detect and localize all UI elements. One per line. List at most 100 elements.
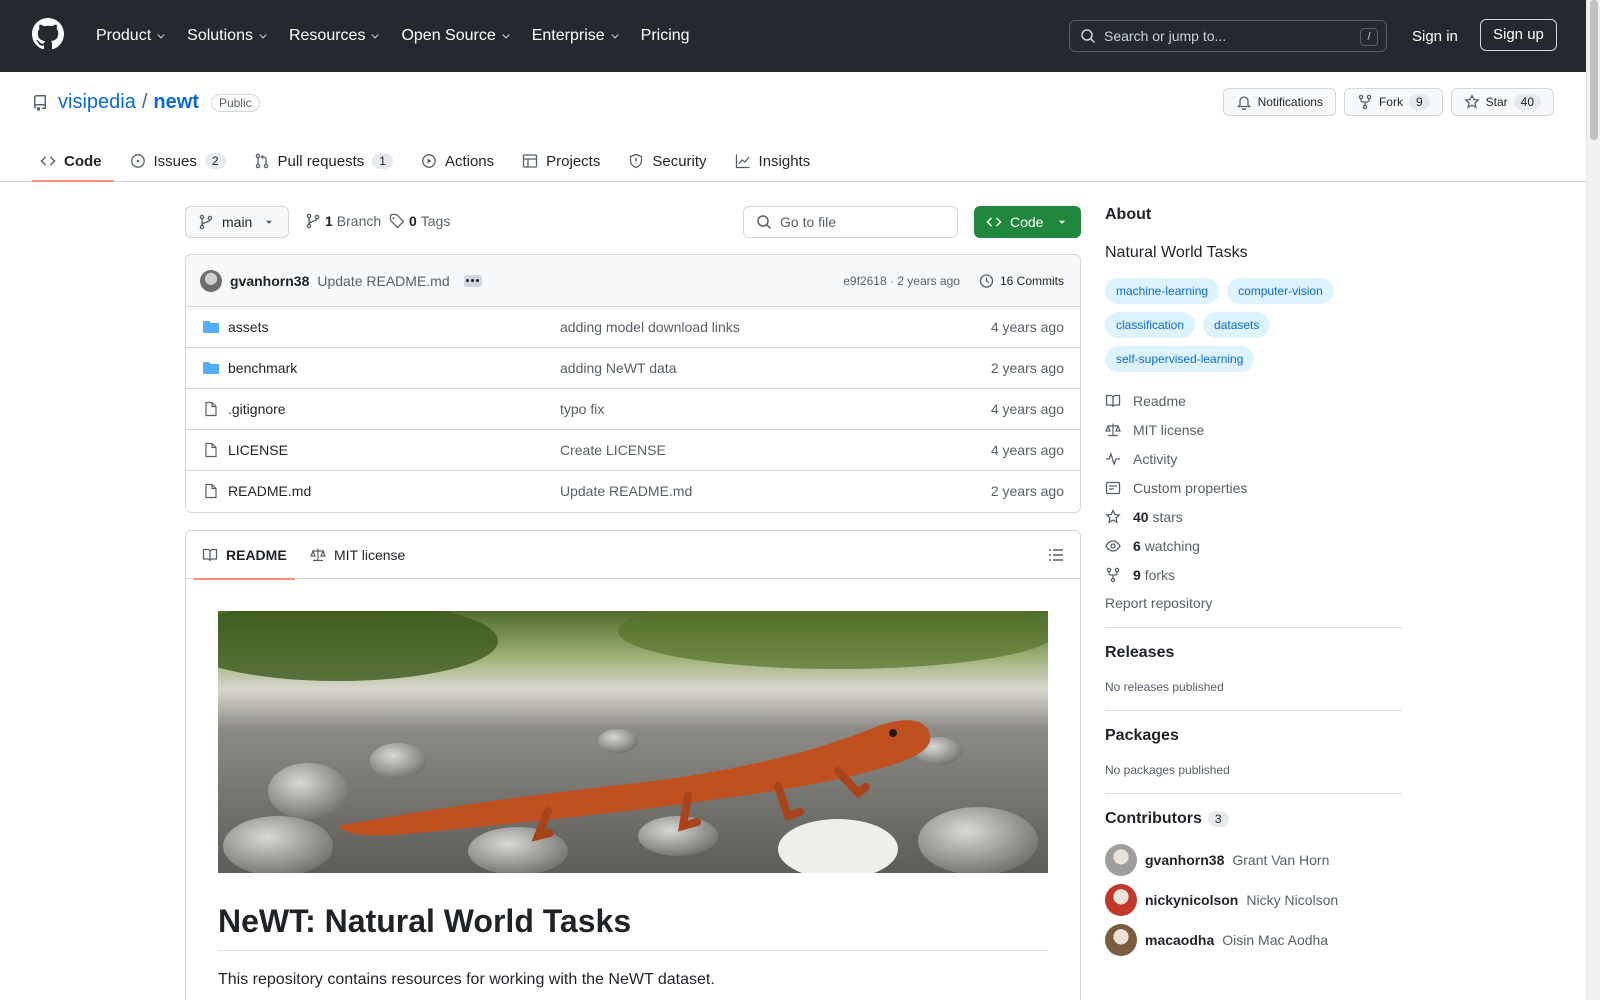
star-button[interactable]: Star 40 xyxy=(1450,88,1554,116)
go-to-file-input[interactable]: Go to file xyxy=(743,206,958,238)
tab-security[interactable]: Security xyxy=(620,140,718,182)
commit-expand-button[interactable] xyxy=(463,274,482,287)
branch-select-button[interactable]: main xyxy=(185,206,289,238)
avatar[interactable] xyxy=(1105,884,1137,916)
table-row[interactable]: assets adding model download links 4 years… xyxy=(186,307,1080,348)
tab-projects[interactable]: Projects xyxy=(514,140,612,182)
star-icon xyxy=(1105,508,1121,524)
nav-resources[interactable]: Resources xyxy=(281,19,389,53)
code-icon xyxy=(986,217,1002,227)
search-input[interactable]: Search or jump to... / xyxy=(1069,20,1387,52)
fork-button[interactable]: Fork 9 xyxy=(1343,88,1443,116)
tab-actions[interactable]: Actions xyxy=(413,140,506,182)
sidebar-link-activity[interactable]: Activity xyxy=(1105,444,1402,473)
list-item[interactable]: gvanhorn38 Grant Van Horn xyxy=(1105,840,1402,880)
sidebar-link-stars[interactable]: 40 stars xyxy=(1105,502,1402,531)
nav-pricing[interactable]: Pricing xyxy=(633,19,698,53)
tab-code[interactable]: Code xyxy=(32,140,114,182)
file-name-link[interactable]: README.md xyxy=(228,483,311,499)
latest-commit-bar: gvanhorn38 Update README.md e9f2618 · 2 … xyxy=(186,255,1080,307)
nav-product[interactable]: Product xyxy=(88,19,175,53)
sign-up-button[interactable]: Sign up xyxy=(1480,19,1557,51)
file-commit-message[interactable]: adding NeWT data xyxy=(560,360,676,376)
commits-count: 16 Commits xyxy=(999,274,1064,288)
table-row[interactable]: benchmark adding NeWT data 2 years ago xyxy=(186,348,1080,389)
notifications-label: Notifications xyxy=(1257,95,1323,109)
contributor-name: Oisin Mac Aodha xyxy=(1222,932,1329,948)
contributor-login[interactable]: gvanhorn38 xyxy=(1145,852,1224,868)
sidebar-link-watching[interactable]: 6 watching xyxy=(1105,531,1402,560)
avatar[interactable] xyxy=(1105,844,1137,876)
commit-hash-age[interactable]: e9f2618 · 2 years ago xyxy=(843,274,960,288)
code-dropdown-button[interactable]: Code xyxy=(974,206,1081,238)
chevron-down-icon xyxy=(371,34,380,39)
file-commit-age: 4 years ago xyxy=(990,401,1064,417)
packages-empty-text: No packages published xyxy=(1105,763,1230,777)
list-item[interactable]: nickynicolson Nicky Nicolson xyxy=(1105,880,1402,920)
file-name-link[interactable]: assets xyxy=(228,319,268,335)
topic-tag[interactable]: computer-vision xyxy=(1227,278,1334,304)
github-logo-icon[interactable] xyxy=(32,18,64,50)
sidebar-link-label: Custom properties xyxy=(1133,479,1248,496)
folder-icon xyxy=(203,362,219,374)
outline-list-icon[interactable] xyxy=(1048,547,1064,563)
sidebar-link-text: Readme xyxy=(1133,393,1186,409)
tab-issues[interactable]: Issues 2 xyxy=(122,140,238,182)
avatar[interactable] xyxy=(1105,924,1137,956)
commits-history-link[interactable]: 16 Commits xyxy=(978,273,1064,289)
table-row[interactable]: README.md Update README.md 2 years ago xyxy=(186,471,1080,512)
file-commit-message[interactable]: typo fix xyxy=(560,401,604,417)
nav-open-source[interactable]: Open Source xyxy=(393,19,519,53)
tab-readme[interactable]: README xyxy=(194,531,295,580)
topic-tag[interactable]: classification xyxy=(1105,312,1196,338)
notifications-button[interactable]: Notifications xyxy=(1222,88,1336,116)
avatar[interactable] xyxy=(200,269,222,292)
scrollbar-thumb[interactable] xyxy=(1590,0,1598,140)
repo-owner-link[interactable]: visipedia xyxy=(58,91,136,114)
sign-in-link[interactable]: Sign in xyxy=(1402,24,1468,49)
contributor-login[interactable]: nickynicolson xyxy=(1145,892,1238,908)
page-scrollbar[interactable] xyxy=(1586,0,1600,1000)
tags-link[interactable]: 0 Tags xyxy=(389,213,450,229)
file-name-link[interactable]: benchmark xyxy=(228,360,297,376)
repo-name-link[interactable]: newt xyxy=(153,91,199,114)
list-item[interactable]: macaodha Oisin Mac Aodha xyxy=(1105,920,1402,960)
chevron-down-icon xyxy=(610,34,619,39)
commit-author-link[interactable]: gvanhorn38 xyxy=(230,273,309,289)
sidebar-link-text: 6 watching xyxy=(1133,538,1200,554)
sidebar-link-custom-properties[interactable]: Custom properties xyxy=(1105,473,1402,502)
topic-tag[interactable]: machine-learning xyxy=(1105,278,1220,304)
tag-label: Tags xyxy=(420,213,451,229)
file-commit-message[interactable]: adding model download links xyxy=(560,319,740,335)
releases-empty-text: No releases published xyxy=(1105,680,1224,694)
branches-link[interactable]: 1 Branch xyxy=(305,213,381,229)
sidebar-link-mit-license[interactable]: MIT license xyxy=(1105,415,1402,444)
pull-request-icon xyxy=(255,153,268,169)
sidebar-link-readme[interactable]: Readme xyxy=(1105,386,1402,415)
report-repository-link[interactable]: Report repository xyxy=(1105,595,1402,611)
packages-heading[interactable]: Packages xyxy=(1105,727,1402,745)
table-row[interactable]: .gitignore typo fix 4 years ago xyxy=(186,389,1080,430)
topic-tag[interactable]: datasets xyxy=(1203,312,1271,338)
contributors-heading[interactable]: Contributors 3 xyxy=(1105,810,1402,828)
file-name-link[interactable]: .gitignore xyxy=(228,401,286,417)
graph-icon xyxy=(735,154,750,169)
file-name-link[interactable]: LICENSE xyxy=(228,442,288,458)
tab-pull-requests[interactable]: Pull requests 1 xyxy=(246,140,405,182)
file-commit-message[interactable]: Create LICENSE xyxy=(560,442,666,458)
contributor-login[interactable]: macaodha xyxy=(1145,932,1214,948)
sidebar-link-text: Activity xyxy=(1133,451,1177,467)
tab-insights[interactable]: Insights xyxy=(727,140,823,182)
tab-license[interactable]: MIT license xyxy=(310,531,405,579)
table-row[interactable]: LICENSE Create LICENSE 4 years ago xyxy=(186,430,1080,471)
nav-enterprise[interactable]: Enterprise xyxy=(524,19,629,53)
topic-tag[interactable]: self-supervised-learning xyxy=(1105,346,1255,372)
scale-icon xyxy=(1105,423,1121,436)
nav-solutions[interactable]: Solutions xyxy=(179,19,277,53)
releases-heading[interactable]: Releases xyxy=(1105,644,1402,662)
caret-down-icon xyxy=(266,220,273,224)
about-heading: About xyxy=(1105,206,1152,223)
file-commit-message[interactable]: Update README.md xyxy=(560,483,692,499)
sidebar-link-forks[interactable]: 9 forks xyxy=(1105,560,1402,589)
commit-message-link[interactable]: Update README.md xyxy=(317,273,449,289)
